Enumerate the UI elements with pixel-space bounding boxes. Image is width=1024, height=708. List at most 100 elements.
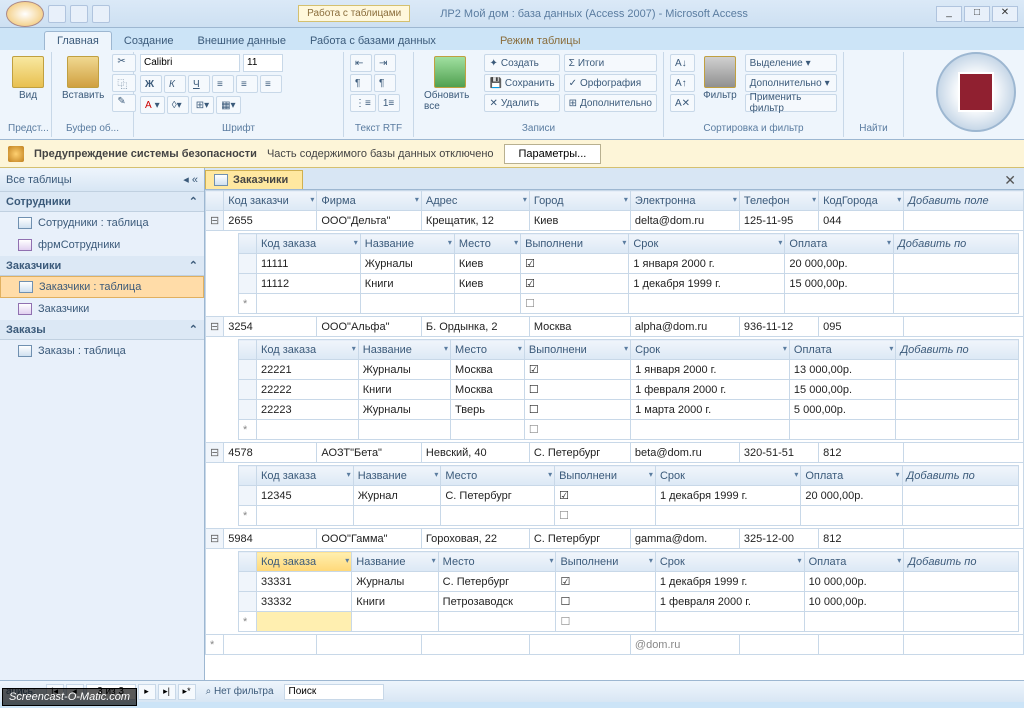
ltr-button[interactable]: ¶ bbox=[350, 74, 372, 92]
tab-home[interactable]: Главная bbox=[44, 31, 112, 50]
bullets-button[interactable]: ⋮≡ bbox=[350, 94, 376, 112]
new-record-button[interactable]: ✦Создать bbox=[484, 54, 559, 72]
sub-column-header[interactable]: Оплата▾ bbox=[785, 234, 894, 254]
underline-button[interactable]: Ч bbox=[188, 75, 210, 93]
expand-button[interactable]: ⊟ bbox=[206, 211, 224, 231]
dropdown-icon[interactable]: ▾ bbox=[548, 470, 552, 479]
dropdown-icon[interactable]: ▾ bbox=[649, 470, 653, 479]
dropdown-icon[interactable]: ▾ bbox=[432, 556, 436, 565]
fill-color-button[interactable]: ◊▾ bbox=[167, 96, 189, 114]
tab-database-tools[interactable]: Работа с базами данных bbox=[298, 32, 448, 50]
nav-item[interactable]: фрмСотрудники bbox=[0, 234, 204, 256]
new-sub-row[interactable]: *☐ bbox=[239, 420, 1019, 440]
sub-table-row[interactable]: 11112КнигиКиев☑1 декабря 1999 г.15 000,0… bbox=[239, 274, 1019, 294]
nav-group-orders[interactable]: Заказы⌃ bbox=[0, 320, 204, 340]
toggle-filter-button[interactable]: Применить фильтр bbox=[745, 94, 837, 112]
column-header[interactable]: Фирма▾ bbox=[317, 191, 422, 211]
alt-row-button[interactable]: ▦▾ bbox=[216, 96, 240, 114]
add-field-column[interactable]: Добавить по bbox=[902, 466, 1018, 486]
font-size-combo[interactable]: 11 bbox=[243, 54, 283, 72]
nav-item[interactable]: Заказчики bbox=[0, 298, 204, 320]
sub-column-header[interactable]: Оплата▾ bbox=[801, 466, 902, 486]
doc-close-button[interactable]: ✕ bbox=[996, 172, 1024, 189]
save-icon[interactable] bbox=[48, 5, 66, 23]
dropdown-icon[interactable]: ▾ bbox=[448, 238, 452, 247]
close-button[interactable]: ✕ bbox=[992, 6, 1018, 22]
gridlines-button[interactable]: ⊞▾ bbox=[191, 96, 214, 114]
expand-button[interactable]: ⊟ bbox=[206, 443, 224, 463]
dropdown-icon[interactable]: ▾ bbox=[354, 238, 358, 247]
bold-button[interactable]: Ж bbox=[140, 75, 162, 93]
add-field-column[interactable]: Добавить поле bbox=[904, 191, 1024, 211]
sub-column-header[interactable]: Оплата▾ bbox=[804, 552, 904, 572]
dropdown-icon[interactable]: ▾ bbox=[434, 470, 438, 479]
dropdown-icon[interactable]: ▾ bbox=[444, 344, 448, 353]
sub-table-row[interactable]: 11111ЖурналыКиев☑1 января 2000 г.20 000,… bbox=[239, 254, 1019, 274]
dropdown-icon[interactable]: ▾ bbox=[812, 195, 816, 204]
dropdown-icon[interactable]: ▾ bbox=[622, 238, 626, 247]
sub-column-header[interactable]: Выполнени▾ bbox=[556, 552, 655, 572]
doc-tab-customers[interactable]: Заказчики bbox=[205, 170, 303, 189]
undo-icon[interactable] bbox=[70, 5, 88, 23]
delete-record-button[interactable]: ✕Удалить bbox=[484, 94, 559, 112]
dropdown-icon[interactable]: ▾ bbox=[624, 195, 628, 204]
sub-table-row[interactable]: 33332КнигиПетрозаводск☐1 февраля 2000 г.… bbox=[239, 592, 1019, 612]
search-box[interactable] bbox=[284, 684, 384, 700]
nav-group-customers[interactable]: Заказчики⌃ bbox=[0, 256, 204, 276]
new-sub-row[interactable]: *☐ bbox=[239, 506, 1019, 526]
sub-column-header[interactable]: Название▾ bbox=[353, 466, 441, 486]
italic-button[interactable]: К bbox=[164, 75, 186, 93]
align-right-button[interactable]: ≡ bbox=[260, 75, 282, 93]
font-name-combo[interactable]: Calibri bbox=[140, 54, 240, 72]
dropdown-icon[interactable]: ▾ bbox=[897, 195, 901, 204]
dropdown-icon[interactable]: ▾ bbox=[649, 556, 653, 565]
new-row[interactable]: *@dom.ru bbox=[206, 635, 1024, 655]
dropdown-icon[interactable]: ▾ bbox=[624, 344, 628, 353]
clear-sort-button[interactable]: A✕ bbox=[670, 94, 695, 112]
dropdown-icon[interactable]: ▾ bbox=[733, 195, 737, 204]
selection-filter-button[interactable]: Выделение▾ bbox=[745, 54, 837, 72]
next-record-button[interactable]: ▸ bbox=[138, 684, 156, 700]
sub-column-header[interactable]: Оплата▾ bbox=[789, 340, 896, 360]
column-header[interactable]: Электронна▾ bbox=[630, 191, 739, 211]
sub-table-row[interactable]: 22223ЖурналыТверь☐1 марта 2000 г.5 000,0… bbox=[239, 400, 1019, 420]
dropdown-icon[interactable]: ▾ bbox=[887, 238, 891, 247]
security-options-button[interactable]: Параметры... bbox=[504, 144, 602, 164]
dropdown-icon[interactable]: ▾ bbox=[352, 344, 356, 353]
add-field-column[interactable]: Добавить по bbox=[904, 552, 1019, 572]
sub-column-header[interactable]: Выполнени▾ bbox=[524, 340, 630, 360]
row-selector-header[interactable] bbox=[206, 191, 224, 211]
numbering-button[interactable]: 1≡ bbox=[378, 94, 400, 112]
column-header[interactable]: Код заказчи▾ bbox=[224, 191, 317, 211]
sub-column-header[interactable]: Код заказа▾ bbox=[257, 234, 361, 254]
dropdown-icon[interactable]: ▾ bbox=[783, 344, 787, 353]
sub-column-header[interactable]: Название▾ bbox=[358, 340, 450, 360]
dropdown-icon[interactable]: ▾ bbox=[778, 238, 782, 247]
dropdown-icon[interactable]: ▾ bbox=[415, 195, 419, 204]
dropdown-icon[interactable]: ▾ bbox=[518, 344, 522, 353]
sub-column-header[interactable]: Название▾ bbox=[360, 234, 454, 254]
align-center-button[interactable]: ≡ bbox=[236, 75, 258, 93]
dropdown-icon[interactable]: ▾ bbox=[514, 238, 518, 247]
align-left-button[interactable]: ≡ bbox=[212, 75, 234, 93]
copy-button[interactable]: ⿻ bbox=[112, 74, 136, 92]
dropdown-icon[interactable]: ▾ bbox=[897, 556, 901, 565]
spelling-button[interactable]: ✓Орфография bbox=[564, 74, 657, 92]
nav-pane-header[interactable]: Все таблицы◂ « bbox=[0, 168, 204, 192]
minimize-button[interactable]: _ bbox=[936, 6, 962, 22]
rtl-button[interactable]: ¶ bbox=[374, 74, 396, 92]
new-sub-row[interactable]: *☐ bbox=[239, 612, 1019, 632]
dropdown-icon[interactable]: ▾ bbox=[896, 470, 900, 479]
dropdown-icon[interactable]: ▾ bbox=[549, 556, 553, 565]
dropdown-icon[interactable]: ▾ bbox=[347, 470, 351, 479]
redo-icon[interactable] bbox=[92, 5, 110, 23]
more-records-button[interactable]: ⊞Дополнительно bbox=[564, 94, 657, 112]
format-painter-button[interactable]: ✎ bbox=[112, 94, 136, 112]
add-field-column[interactable]: Добавить по bbox=[894, 234, 1019, 254]
sub-column-header[interactable]: Срок▾ bbox=[655, 466, 800, 486]
new-sub-row[interactable]: *☐ bbox=[239, 294, 1019, 314]
tab-create[interactable]: Создание bbox=[112, 32, 186, 50]
indent-left-button[interactable]: ⇤ bbox=[350, 54, 372, 72]
dropdown-icon[interactable]: ▾ bbox=[345, 556, 349, 565]
sub-column-header[interactable]: Место▾ bbox=[438, 552, 556, 572]
